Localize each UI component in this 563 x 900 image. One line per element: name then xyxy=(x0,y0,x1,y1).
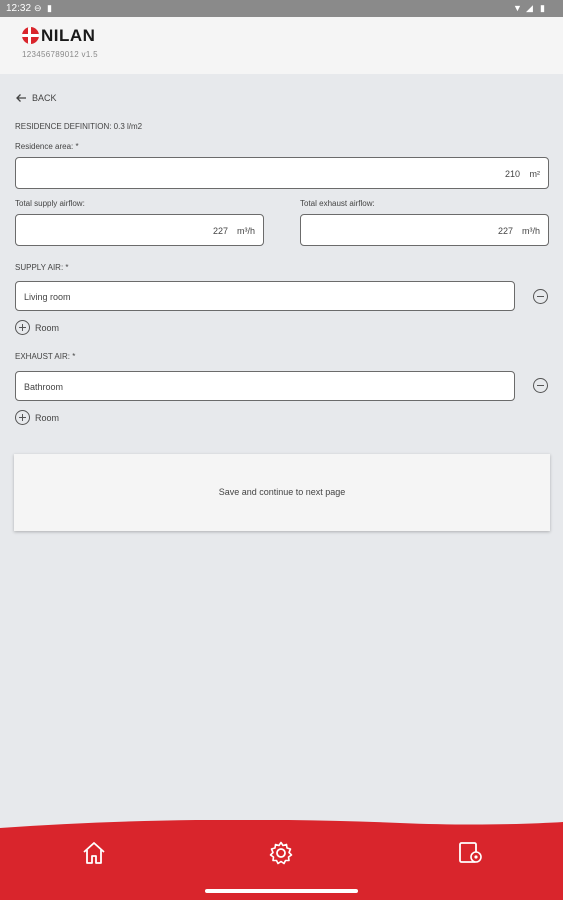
add-exhaust-room-label: Room xyxy=(35,412,60,423)
nav-home-button[interactable] xyxy=(81,840,107,866)
supply-airflow-value: 227 xyxy=(212,226,228,236)
app-header: NILAN 123456789012 v1.5 xyxy=(0,17,563,74)
residence-area-field[interactable]: 210 m² xyxy=(15,157,549,189)
supply-air-label: SUPPLY AIR: * xyxy=(15,263,69,272)
exhaust-room-value: Bathroom xyxy=(24,382,64,392)
residence-definition: RESIDENCE DEFINITION: 0.3 l/m2 xyxy=(15,122,143,131)
minus-icon xyxy=(537,296,544,298)
supply-airflow-unit: m³/h xyxy=(237,226,255,236)
save-continue-button[interactable]: Save and continue to next page xyxy=(14,454,550,531)
exhaust-room-field[interactable]: Bathroom xyxy=(15,371,515,401)
sd-card-icon: ▮ xyxy=(47,3,52,13)
battery-icon: ▮ xyxy=(540,3,545,13)
status-bar: 12:32 ⊖ ▮ ▼ ◢ ▮ xyxy=(0,0,563,17)
add-supply-room-button[interactable]: Room xyxy=(15,320,59,335)
exhaust-airflow-value: 227 xyxy=(497,226,513,236)
arrow-left-icon xyxy=(16,94,26,102)
supply-room-value: Living room xyxy=(24,292,71,302)
device-settings-icon xyxy=(459,842,482,863)
home-icon xyxy=(83,842,105,864)
residence-area-label: Residence area: * xyxy=(15,142,79,151)
data-saver-icon: ⊖ xyxy=(34,3,42,13)
minus-icon xyxy=(537,385,544,387)
remove-exhaust-room-button[interactable] xyxy=(533,378,548,393)
back-label: BACK xyxy=(32,93,57,103)
settings-gear-icon xyxy=(269,841,293,865)
add-exhaust-room-button[interactable]: Room xyxy=(15,410,59,425)
back-button[interactable]: BACK xyxy=(15,93,57,103)
plus-circle-icon xyxy=(15,320,30,335)
nilan-logo: NILAN xyxy=(22,27,95,44)
supply-room-field[interactable]: Living room xyxy=(15,281,515,311)
add-supply-room-label: Room xyxy=(35,322,60,333)
signal-icon: ◢ xyxy=(526,3,533,13)
remove-supply-room-button[interactable] xyxy=(533,289,548,304)
supply-airflow-field[interactable]: 227 m³/h xyxy=(15,214,264,246)
plus-circle-icon xyxy=(15,410,30,425)
logo-text: NILAN xyxy=(41,26,96,45)
residence-area-unit: m² xyxy=(529,169,541,179)
home-indicator[interactable] xyxy=(205,889,358,893)
exhaust-air-label: EXHAUST AIR: * xyxy=(15,352,76,361)
exhaust-airflow-field[interactable]: 227 m³/h xyxy=(300,214,549,246)
wifi-icon: ▼ xyxy=(513,3,522,13)
nav-device-button[interactable] xyxy=(457,840,483,866)
exhaust-airflow-unit: m³/h xyxy=(522,226,540,236)
nav-settings-button[interactable] xyxy=(268,840,294,866)
serial-number: 123456789012 v1.5 xyxy=(22,50,98,59)
status-time: 12:32 xyxy=(6,3,32,14)
residence-area-value: 210 xyxy=(504,169,520,179)
exhaust-airflow-label: Total exhaust airflow: xyxy=(300,199,375,208)
logo-mark-icon xyxy=(22,27,39,44)
supply-airflow-label: Total supply airflow: xyxy=(15,199,85,208)
